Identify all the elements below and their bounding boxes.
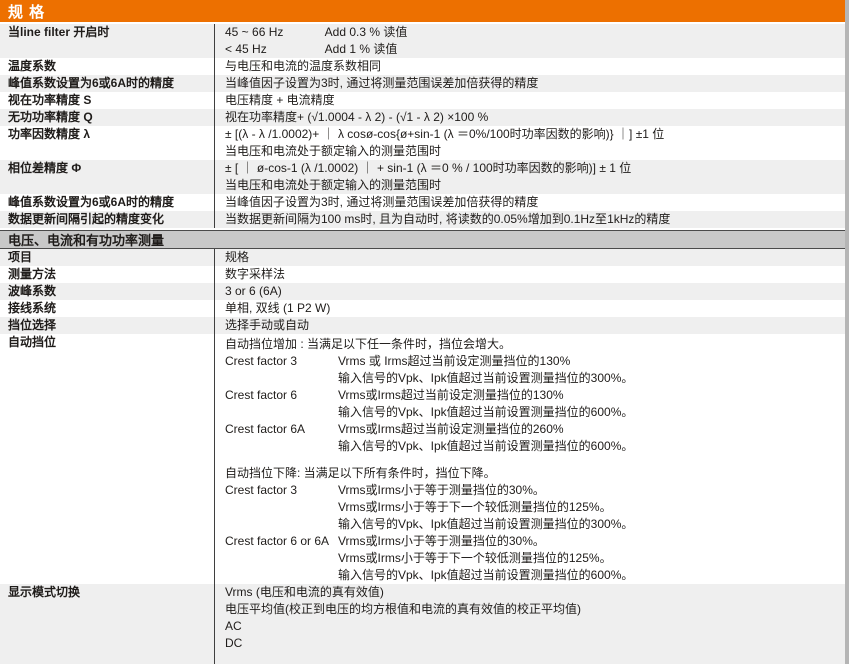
table-row-line-filter: 当line filter 开启时 45 ~ 66 Hz Add 0.3 % 读值… <box>0 24 846 58</box>
table-row-wiring-system: 接线系统 单相, 双线 (1 P2 W) <box>0 300 846 317</box>
value-line: ± [ ｜ ø-cos-1 (λ /1.0002) ｜ + sin-1 (λ ＝… <box>225 160 840 177</box>
row-label: 峰值系数设置为6或6A时的精度 <box>0 194 215 211</box>
row-label: 当line filter 开启时 <box>0 24 215 58</box>
crest-factor-label: Crest factor 6 <box>225 387 338 421</box>
table-row-crest-accuracy-2: 峰值系数设置为6或6A时的精度 当峰值因子设置为3时, 通过将测量范围误差加倍获… <box>0 194 846 211</box>
row-label: 温度系数 <box>0 58 215 75</box>
page-title-bar: 规 格 <box>0 0 846 22</box>
row-label: 测量方法 <box>0 266 215 283</box>
row-value: 单相, 双线 (1 P2 W) <box>215 300 846 317</box>
auto-range-condition: Crest factor 3 Vrms或Irms小于等于测量挡位的30%。 Vr… <box>225 482 840 533</box>
row-value: 电压精度 + 电流精度 <box>215 92 846 109</box>
row-label: 显示模式切换 <box>0 584 215 664</box>
auto-range-condition: Crest factor 6 Vrms或Irms超过当前设定测量挡位的130% … <box>225 387 840 421</box>
crest-factor-label: Crest factor 6A <box>225 421 338 455</box>
table-row-auto-range: 自动挡位 自动挡位增加 : 当满足以下任一条件时，挡位会增大。 Crest fa… <box>0 334 846 584</box>
section-header-voltage-current-power: 电压、电流和有功功率测量 <box>0 230 846 249</box>
table-row-phase-difference: 相位差精度 Φ ± [ ｜ ø-cos-1 (λ /1.0002) ｜ + si… <box>0 160 846 194</box>
auto-range-block: 自动挡位增加 : 当满足以下任一条件时，挡位会增大。 Crest factor … <box>215 334 846 584</box>
row-label: 峰值系数设置为6或6A时的精度 <box>0 75 215 92</box>
table-row-temp-coefficient: 温度系数 与电压和电流的温度系数相同 <box>0 58 846 75</box>
value-line: ± [(λ - λ /1.0002)+ ｜ λ cosø-cos{ø+sin-1… <box>225 126 840 143</box>
blank-line <box>225 455 840 465</box>
crest-factor-label: Crest factor 3 <box>225 482 338 533</box>
page-title: 规 格 <box>8 1 45 22</box>
auto-range-condition: Crest factor 3 Vrms 或 Irms超过当前设定测量挡位的130… <box>225 353 840 387</box>
crest-factor-label: Crest factor 3 <box>225 353 338 387</box>
table-row-item: 项目 规格 <box>0 249 846 266</box>
condition-lines: Vrms或Irms小于等于测量挡位的30%。 Vrms或Irms小于等于下一个较… <box>338 482 840 533</box>
row-value: 当数据更新间隔为100 ms时, 且为自动时, 将读数的0.05%增加到0.1H… <box>215 211 846 228</box>
row-label: 波峰系数 <box>0 283 215 300</box>
display-mode-list: Vrms (电压和电流的真有效值) 电压平均值(校正到电压的均方根值和电流的真有… <box>215 584 846 664</box>
row-label: 项目 <box>0 249 215 266</box>
condition-line: Vrms 或 Irms超过当前设定测量挡位的130% <box>338 353 840 370</box>
row-value: 45 ~ 66 Hz Add 0.3 % 读值 < 45 Hz Add 1 % … <box>215 24 846 58</box>
row-label: 相位差精度 Φ <box>0 160 215 194</box>
value-line: 当电压和电流处于额定输入的测量范围时 <box>225 177 840 194</box>
row-value: 3 or 6 (6A) <box>215 283 846 300</box>
table-row-measurement-method: 测量方法 数字采样法 <box>0 266 846 283</box>
row-label: 接线系统 <box>0 300 215 317</box>
row-label: 功率因数精度 λ <box>0 126 215 160</box>
table-row-reactive-power: 无功功率精度 Q 视在功率精度+ (√1.0004 - λ 2) - (√1 -… <box>0 109 846 126</box>
row-value: 当峰值因子设置为3时, 通过将测量范围误差加倍获得的精度 <box>215 75 846 92</box>
row-label: 数据更新间隔引起的精度变化 <box>0 211 215 228</box>
condition-line: Vrms或Irms超过当前设定测量挡位的260% <box>338 421 840 438</box>
table-row-update-interval: 数据更新间隔引起的精度变化 当数据更新间隔为100 ms时, 且为自动时, 将读… <box>0 211 846 228</box>
condition-line: 输入信号的Vpk、Ipk值超过当前设置测量挡位的600%。 <box>338 438 840 455</box>
condition-lines: Vrms 或 Irms超过当前设定测量挡位的130% 输入信号的Vpk、Ipk值… <box>338 353 840 387</box>
condition-line: Vrms或Irms小于等于下一个较低测量挡位的125%。 <box>338 550 840 567</box>
table-row-range-selection: 挡位选择 选择手动或自动 <box>0 317 846 334</box>
table-row-crest-factor: 波峰系数 3 or 6 (6A) <box>0 283 846 300</box>
display-mode-line: DC <box>225 635 840 652</box>
accuracy-add: Add 0.3 % 读值 <box>325 25 408 39</box>
condition-line: Vrms或Irms超过当前设定测量挡位的130% <box>338 387 840 404</box>
condition-line: 输入信号的Vpk、Ipk值超过当前设置测量挡位的600%。 <box>338 404 840 421</box>
condition-lines: Vrms或Irms超过当前设定测量挡位的130% 输入信号的Vpk、Ipk值超过… <box>338 387 840 421</box>
display-mode-line: Vrms (电压和电流的真有效值) <box>225 584 840 601</box>
condition-line: 输入信号的Vpk、Ipk值超过当前设置测量挡位的300%。 <box>338 516 840 533</box>
row-value: 当峰值因子设置为3时, 通过将测量范围误差加倍获得的精度 <box>215 194 846 211</box>
auto-range-condition: Crest factor 6 or 6A Vrms或Irms小于等于测量挡位的3… <box>225 533 840 584</box>
page-edge-stripe <box>845 0 849 664</box>
row-value: 视在功率精度+ (√1.0004 - λ 2) - (√1 - λ 2) ×10… <box>215 109 846 126</box>
row-label: 无功功率精度 Q <box>0 109 215 126</box>
spec-sheet-page: 规 格 当line filter 开启时 45 ~ 66 Hz Add 0.3 … <box>0 0 849 664</box>
row-label: 自动挡位 <box>0 334 215 584</box>
condition-line: 输入信号的Vpk、Ipk值超过当前设置测量挡位的600%。 <box>338 567 840 584</box>
table-row-crest-accuracy-1: 峰值系数设置为6或6A时的精度 当峰值因子设置为3时, 通过将测量范围误差加倍获… <box>0 75 846 92</box>
table-row-apparent-power: 视在功率精度 S 电压精度 + 电流精度 <box>0 92 846 109</box>
section-header-label: 电压、电流和有功功率测量 <box>8 230 164 249</box>
condition-lines: Vrms或Irms小于等于测量挡位的30%。 Vrms或Irms小于等于下一个较… <box>338 533 840 584</box>
auto-range-decrease-intro: 自动挡位下降: 当满足以下所有条件时，挡位下降。 <box>225 465 840 482</box>
value-line: 45 ~ 66 Hz Add 0.3 % 读值 <box>225 24 840 41</box>
row-label: 挡位选择 <box>0 317 215 334</box>
table-row-display-mode: 显示模式切换 Vrms (电压和电流的真有效值) 电压平均值(校正到电压的均方根… <box>0 584 846 664</box>
row-value: 数字采样法 <box>215 266 846 283</box>
condition-lines: Vrms或Irms超过当前设定测量挡位的260% 输入信号的Vpk、Ipk值超过… <box>338 421 840 455</box>
condition-line: 输入信号的Vpk、Ipk值超过当前设置测量挡位的300%。 <box>338 370 840 387</box>
display-mode-line: 电压平均值(校正到电压的均方根值和电流的真有效值的校正平均值) <box>225 601 840 618</box>
accuracy-add: Add 1 % 读值 <box>325 42 398 56</box>
table-row-power-factor: 功率因数精度 λ ± [(λ - λ /1.0002)+ ｜ λ cosø-co… <box>0 126 846 160</box>
value-line: 当电压和电流处于额定输入的测量范围时 <box>225 143 840 160</box>
row-label: 视在功率精度 S <box>0 92 215 109</box>
crest-factor-label: Crest factor 6 or 6A <box>225 533 338 584</box>
auto-range-increase-intro: 自动挡位增加 : 当满足以下任一条件时，挡位会增大。 <box>225 336 840 353</box>
row-value: ± [ ｜ ø-cos-1 (λ /1.0002) ｜ + sin-1 (λ ＝… <box>215 160 846 194</box>
row-value: 规格 <box>215 249 846 266</box>
condition-line: Vrms或Irms小于等于下一个较低测量挡位的125%。 <box>338 499 840 516</box>
value-line: < 45 Hz Add 1 % 读值 <box>225 41 840 58</box>
display-mode-line: AC <box>225 618 840 635</box>
row-value: ± [(λ - λ /1.0002)+ ｜ λ cosø-cos{ø+sin-1… <box>215 126 846 160</box>
freq-range: < 45 Hz <box>225 41 322 58</box>
row-value: 选择手动或自动 <box>215 317 846 334</box>
auto-range-condition: Crest factor 6A Vrms或Irms超过当前设定测量挡位的260%… <box>225 421 840 455</box>
row-value: 与电压和电流的温度系数相同 <box>215 58 846 75</box>
freq-range: 45 ~ 66 Hz <box>225 24 322 41</box>
condition-line: Vrms或Irms小于等于测量挡位的30%。 <box>338 482 840 499</box>
condition-line: Vrms或Irms小于等于测量挡位的30%。 <box>338 533 840 550</box>
